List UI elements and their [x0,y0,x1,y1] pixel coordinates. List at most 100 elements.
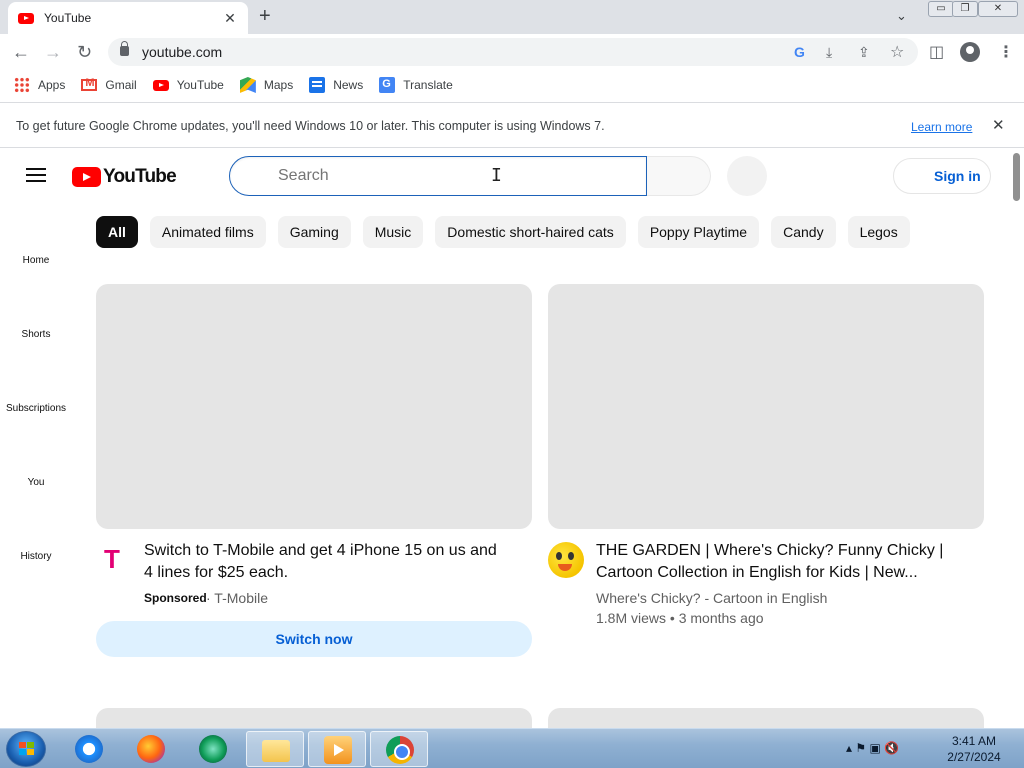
youtube-play-icon [72,167,101,187]
windows-taskbar: ▴ ⚑ ▣ 🔇 3:41 AM 2/27/2024 [0,728,1024,768]
youtube-favicon-icon [18,12,34,24]
restore-button[interactable]: ❐ [952,1,978,17]
taskbar-edge[interactable] [184,731,242,767]
search-button[interactable] [647,156,711,196]
folder-icon [262,740,290,762]
taskbar-media-player[interactable] [308,731,366,767]
taskbar-explorer[interactable] [246,731,304,767]
taskbar-firefox[interactable] [122,731,180,767]
filter-chips: All Animated films Gaming Music Domestic… [96,216,922,248]
switch-now-button[interactable]: Switch now [96,621,532,657]
tab-title: YouTube [44,11,92,25]
lock-icon[interactable] [120,41,129,56]
search-input[interactable] [229,156,647,196]
channel-name[interactable]: · T-Mobile [206,588,268,608]
chip-candy[interactable]: Candy [771,216,836,248]
reload-button[interactable]: ↻ [77,42,92,62]
bookmark-news[interactable]: News [309,77,363,93]
bookmark-youtube[interactable]: YouTube [152,78,224,92]
taskbar-chrome[interactable] [370,731,428,767]
url-text[interactable]: youtube.com [142,44,222,60]
google-lens-icon[interactable]: G [794,44,805,60]
address-bar[interactable]: youtube.com G ⤓ ⇪ ☆ [108,38,918,66]
video-title[interactable]: Switch to T-Mobile and get 4 iPhone 15 o… [144,540,497,562]
youtube-header: YouTube I Sign in [0,150,1010,202]
chip-animated-films[interactable]: Animated films [149,216,266,248]
chip-poppy-playtime[interactable]: Poppy Playtime [637,216,760,248]
video-title[interactable]: THE GARDEN | Where's Chicky? Funny Chick… [596,540,943,562]
profile-avatar-icon[interactable] [960,42,980,62]
bookmark-label: YouTube [176,78,224,92]
scrollbar-thumb[interactable] [1013,153,1020,201]
logo-wordmark: YouTube [103,166,177,187]
youtube-icon [152,79,169,91]
page-scrollbar[interactable] [1010,150,1024,728]
side-panel-icon[interactable]: ◫ [929,42,944,62]
video-stats: 1.8M views • 3 months ago [596,610,764,626]
media-player-icon [324,736,352,764]
chrome-icon [386,736,414,764]
taskbar-ie[interactable] [60,731,118,767]
system-tray-icons[interactable]: ▴ ⚑ ▣ 🔇 [846,741,899,755]
install-icon[interactable]: ⤓ [826,44,832,61]
infobar-close-icon[interactable]: ✕ [992,116,1005,134]
channel-name[interactable]: Where's Chicky? - Cartoon in English [596,588,827,608]
bookmark-label: Apps [38,78,66,92]
guide-subscriptions[interactable]: Subscriptions [0,403,72,414]
edge-icon [199,735,227,763]
chip-legos[interactable]: Legos [847,216,910,248]
guide-shorts[interactable]: Shorts [0,329,72,340]
chip-gaming[interactable]: Gaming [277,216,351,248]
share-icon[interactable]: ⇪ [858,44,870,61]
maps-icon [239,77,256,93]
video-thumbnail[interactable] [548,284,984,529]
bookmark-label: Gmail [105,78,137,92]
sign-in-button[interactable]: Sign in [893,158,991,194]
bookmark-star-icon[interactable]: ☆ [890,42,904,62]
clock-date: 2/27/2024 [947,750,1001,764]
tab-youtube[interactable]: YouTube ✕ [8,2,248,34]
taskbar-clock[interactable]: 3:41 AM 2/27/2024 [940,733,1008,765]
back-button[interactable]: ← [12,42,30,62]
start-button[interactable] [6,731,46,767]
clock-time: 3:41 AM [951,734,997,748]
forward-button[interactable]: → [44,42,62,62]
chrome-menu-icon[interactable]: ⋮ [998,42,1014,62]
internet-explorer-icon [75,735,103,763]
video-title-line2[interactable]: 4 lines for $25 each. [144,562,288,584]
firefox-icon [137,735,165,763]
menu-icon[interactable] [26,168,46,182]
bookmark-label: News [333,78,364,92]
minimize-button[interactable]: ▭ [928,1,954,17]
chips-fade [926,216,1006,248]
bookmark-label: Maps [263,78,294,92]
tab-strip: YouTube ✕ + ⌄ ▭ ❐ ✕ [0,0,1024,34]
guide-you[interactable]: You [0,477,72,488]
guide-home[interactable]: Home [0,255,72,266]
update-infobar: To get future Google Chrome updates, you… [0,102,1024,148]
chip-all[interactable]: All [96,216,138,248]
sponsored-label: Sponsored [144,591,207,605]
voice-search-button[interactable] [727,156,767,196]
youtube-logo[interactable]: YouTube [72,166,177,188]
channel-avatar[interactable] [548,542,584,578]
tab-close-icon[interactable]: ✕ [222,10,238,27]
guide-history[interactable]: History [0,551,72,562]
bookmark-maps[interactable]: Maps [239,77,294,93]
apps-icon [14,77,30,93]
chip-music[interactable]: Music [362,216,424,248]
bookmark-apps[interactable]: Apps [14,77,65,93]
video-thumbnail[interactable] [96,284,532,529]
new-tab-button[interactable]: + [259,6,271,26]
translate-icon [379,77,396,93]
learn-more-link[interactable]: Learn more [911,120,972,134]
infobar-message: To get future Google Chrome updates, you… [16,119,605,133]
bookmark-translate[interactable]: Translate [379,77,453,93]
chip-cats[interactable]: Domestic short-haired cats [435,216,626,248]
bookmark-label: Translate [403,78,453,92]
tab-search-icon[interactable]: ⌄ [896,8,907,24]
tmobile-avatar[interactable]: T [104,546,124,572]
video-title-line2[interactable]: Cartoon Collection in English for Kids |… [596,562,918,584]
bookmark-gmail[interactable]: Gmail [81,77,137,92]
window-close-button[interactable]: ✕ [978,1,1018,17]
